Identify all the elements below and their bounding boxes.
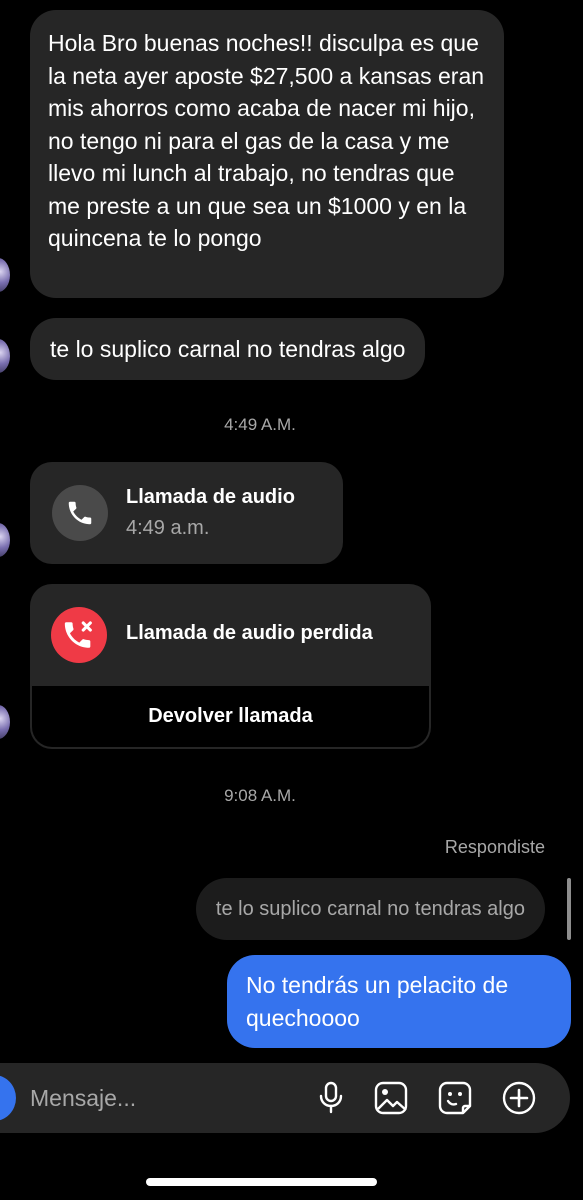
missed-call-icon <box>51 607 107 663</box>
call-title: Llamada de audio <box>126 486 295 508</box>
sticker-icon[interactable] <box>437 1080 473 1116</box>
incoming-message[interactable]: Hola Bro buenas noches!! disculpa es que… <box>30 10 504 298</box>
message-text: No tendrás un pelacito de quechoooo <box>246 972 509 1031</box>
timestamp-separator: 9:08 A.M. <box>224 786 296 805</box>
sender-avatar[interactable] <box>0 523 10 557</box>
gallery-icon[interactable] <box>373 1080 409 1116</box>
quoted-message[interactable]: te lo suplico carnal no tendras algo <box>195 878 545 940</box>
scrollbar-thumb[interactable] <box>567 878 571 940</box>
timestamp-separator: 4:49 A.M. <box>224 415 296 434</box>
missed-call-card: Llamada de audio perdida Devolver llamad… <box>30 584 431 749</box>
sender-avatar[interactable] <box>0 339 10 373</box>
message-input[interactable]: Mensaje... <box>30 1063 136 1133</box>
phone-icon <box>52 485 108 541</box>
message-text: Hola Bro buenas noches!! disculpa es que… <box>48 30 485 251</box>
reply-context-label: Respondiste <box>444 837 545 857</box>
missed-call-title: Llamada de audio perdida <box>126 622 373 644</box>
sender-avatar[interactable] <box>0 705 10 739</box>
home-indicator[interactable] <box>146 1178 377 1186</box>
camera-button[interactable] <box>0 1075 16 1121</box>
plus-icon[interactable] <box>501 1080 537 1116</box>
incoming-message[interactable]: te lo suplico carnal no tendras algo <box>30 318 426 380</box>
outgoing-message[interactable]: No tendrás un pelacito de quechoooo <box>227 955 571 1048</box>
message-text: te lo suplico carnal no tendras algo <box>50 336 406 362</box>
message-composer: Mensaje... <box>0 1063 570 1133</box>
microphone-icon[interactable] <box>313 1080 349 1116</box>
audio-call-card[interactable]: Llamada de audio 4:49 a.m. <box>30 462 343 564</box>
sender-avatar[interactable] <box>0 258 10 292</box>
return-call-button[interactable]: Devolver llamada <box>32 686 429 747</box>
call-time: 4:49 a.m. <box>126 517 210 539</box>
